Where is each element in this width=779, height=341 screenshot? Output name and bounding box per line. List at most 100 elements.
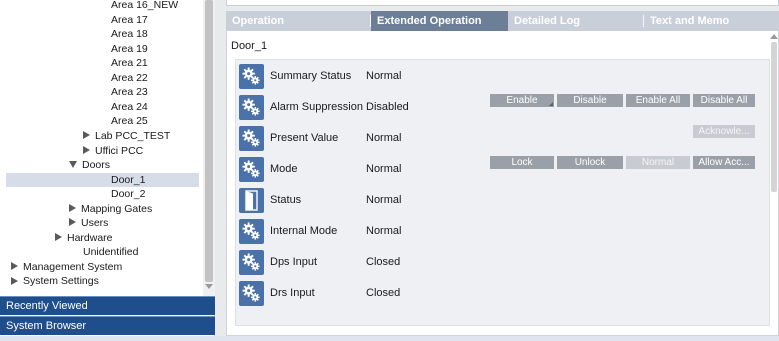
property-row: Present Value Normal Acknowle... xyxy=(236,123,769,154)
tree-node[interactable]: Area 19 xyxy=(111,42,148,56)
command-button[interactable]: Enable xyxy=(490,94,554,107)
scroll-down-icon[interactable] xyxy=(205,284,213,289)
tab-operation[interactable]: Operation xyxy=(226,11,371,31)
tree-node-label: Users xyxy=(81,217,109,230)
gears-icon[interactable] xyxy=(239,95,264,120)
property-value: Disabled xyxy=(366,101,409,113)
top-frame xyxy=(226,0,779,6)
command-button-label: Acknowle... xyxy=(698,126,750,137)
gears-icon[interactable] xyxy=(239,157,264,182)
command-button[interactable]: Disable All xyxy=(693,94,755,107)
scroll-up-icon[interactable] xyxy=(770,34,778,39)
tree-node[interactable]: Area 22 xyxy=(111,71,148,85)
tab-extended-operation[interactable]: Extended Operation xyxy=(371,11,508,31)
collapsed-arrow-icon[interactable] xyxy=(11,262,18,271)
tree-node-label: Unidentified xyxy=(83,246,139,259)
tab-detailed-log[interactable]: Detailed Log xyxy=(508,11,644,31)
tree-node-label: Area 17 xyxy=(111,13,148,26)
property-row: Mode Normal Lock Unlock Normal Allow Acc... xyxy=(236,154,769,185)
tree-node[interactable]: Area 16_NEW xyxy=(111,0,178,12)
object-tree: Area 16_NEW Area 17 Area 18 Area 19 Area 21 A… xyxy=(0,0,203,296)
tree-node[interactable]: Area 17 xyxy=(111,13,148,27)
property-label: Present Value xyxy=(270,132,339,144)
dropdown-corner-icon xyxy=(549,102,553,106)
gears-icon[interactable] xyxy=(239,219,264,244)
tree-node[interactable]: Hardware xyxy=(55,231,113,245)
command-button-label: Enable All xyxy=(635,95,681,106)
collapsed-arrow-icon[interactable] xyxy=(83,131,90,140)
property-row: Dps Input Closed xyxy=(236,247,769,278)
tree-node[interactable]: System Settings xyxy=(11,274,99,288)
property-label: Dps Input xyxy=(270,256,318,268)
detail-pane: Operation Extended Operation Detailed Lo… xyxy=(215,0,779,336)
property-row: Summary Status Normal xyxy=(236,61,769,92)
tree-node-label: Mapping Gates xyxy=(81,202,153,215)
tree-node-label: Area 25 xyxy=(111,115,148,128)
command-button[interactable]: Lock xyxy=(490,156,554,169)
tree-node[interactable]: Area 18 xyxy=(111,27,148,41)
tree-node[interactable]: Lab PCC_TEST xyxy=(83,129,170,143)
system-browser-panel: Area 16_NEW Area 17 Area 18 Area 19 Area 21 A… xyxy=(0,0,215,341)
collapsed-arrow-icon[interactable] xyxy=(83,145,90,154)
tree-scrollbar[interactable] xyxy=(203,0,215,296)
tree-node[interactable]: Door_1 xyxy=(6,172,199,187)
tree-node-label: Area 21 xyxy=(111,57,148,70)
property-row: Drs Input Closed xyxy=(236,278,769,309)
tree-node[interactable]: Unidentified xyxy=(83,245,138,259)
command-button-label: Disable All xyxy=(700,95,748,106)
gears-icon[interactable] xyxy=(239,281,264,306)
collapsed-arrow-icon[interactable] xyxy=(69,203,76,212)
tree-node-label: Uffici PCC xyxy=(95,144,144,157)
gears-icon[interactable] xyxy=(239,126,264,151)
system-browser-button[interactable]: System Browser xyxy=(0,316,215,335)
bottom-strip xyxy=(0,336,779,341)
tree-scrollbar-thumb[interactable] xyxy=(205,0,213,282)
command-button-label: Normal xyxy=(641,157,675,168)
property-row: Status Normal xyxy=(236,185,769,216)
content-scrollbar[interactable] xyxy=(769,34,779,334)
collapsed-arrow-icon[interactable] xyxy=(55,233,62,242)
object-title: Door_1 xyxy=(231,40,268,52)
tree-node[interactable]: Users xyxy=(69,216,108,230)
tree-node[interactable]: Area 24 xyxy=(111,100,148,114)
tab-label: Operation xyxy=(232,15,284,27)
tree-node[interactable]: Mapping Gates xyxy=(69,202,152,216)
property-value: Normal xyxy=(366,163,402,175)
tree-node-label: Area 19 xyxy=(111,42,148,55)
tree-node[interactable]: Doors xyxy=(69,158,110,172)
command-button[interactable]: Allow Acc... xyxy=(693,156,755,169)
property-label: Mode xyxy=(270,163,298,175)
expanded-arrow-icon[interactable] xyxy=(69,160,77,168)
property-label: Alarm Suppression xyxy=(270,101,363,113)
tree-node[interactable]: Area 21 xyxy=(111,56,148,70)
command-button-label: Unlock xyxy=(574,157,606,168)
tab-text-and-memo[interactable]: Text and Memo xyxy=(644,11,779,31)
tree-node-label: Door_1 xyxy=(111,173,146,186)
command-button[interactable]: Enable All xyxy=(626,94,690,107)
tree-node[interactable]: Area 23 xyxy=(111,85,148,99)
command-button[interactable]: Disable xyxy=(557,94,623,107)
property-value: Normal xyxy=(366,194,402,206)
gears-icon[interactable] xyxy=(239,250,264,275)
gears-icon[interactable] xyxy=(239,64,264,89)
property-grid: Summary Status Normal Alarm Suppression Dis… xyxy=(235,59,770,326)
tree-node[interactable]: Management System xyxy=(11,260,122,274)
property-label: Status xyxy=(270,194,302,206)
property-value: Normal xyxy=(366,70,402,82)
tree-node-label: Management System xyxy=(23,260,123,273)
tree-node[interactable]: Door_2 xyxy=(111,187,145,201)
recently-viewed-button[interactable]: Recently Viewed xyxy=(0,296,215,315)
command-button[interactable]: Unlock xyxy=(557,156,623,169)
collapsed-arrow-icon[interactable] xyxy=(11,276,18,285)
tree-node[interactable]: Uffici PCC xyxy=(83,144,143,158)
tree-node-label: Area 23 xyxy=(111,86,148,99)
command-button-label: Lock xyxy=(511,157,533,168)
tree-node-label: Area 22 xyxy=(111,71,148,84)
collapsed-arrow-icon[interactable] xyxy=(69,218,76,227)
property-label: Drs Input xyxy=(270,287,315,299)
tab-bar: Operation Extended Operation Detailed Lo… xyxy=(226,11,779,31)
command-button-label: Enable xyxy=(506,95,538,106)
door-icon[interactable] xyxy=(239,188,264,213)
tree-node[interactable]: Area 25 xyxy=(111,114,148,128)
content-scrollbar-thumb[interactable] xyxy=(771,42,777,192)
